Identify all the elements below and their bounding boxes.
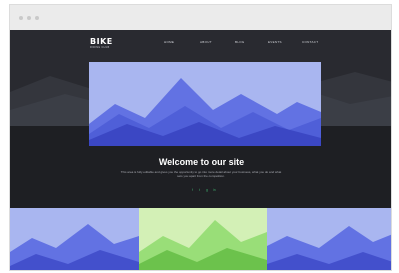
twitter-icon[interactable]: t [199, 188, 200, 192]
nav-item-contact[interactable]: CONTACT [302, 40, 318, 44]
hero-mountain-image [89, 62, 321, 146]
facebook-icon[interactable]: f [192, 188, 193, 192]
main-navigation: HOME ABOUT BLOG EVENTS CONTACT [164, 40, 324, 46]
site-logo[interactable]: BIKE RIDING CLUB [90, 37, 113, 50]
gallery-image-blue-left[interactable] [10, 208, 139, 271]
window-dot-icon[interactable] [35, 16, 39, 20]
window-dot-icon[interactable] [19, 16, 23, 20]
window-dot-icon[interactable] [27, 16, 31, 20]
gallery-image-green[interactable] [139, 208, 267, 271]
google-plus-icon[interactable]: g [206, 188, 208, 192]
logo-subtitle: RIDING CLUB [90, 46, 110, 49]
social-links: f t g in [186, 188, 220, 193]
hero-text: This area is fully editable and gives yo… [106, 170, 296, 178]
nav-item-events[interactable]: EVENTS [268, 40, 282, 44]
hero-heading: Welcome to our site [158, 157, 245, 167]
nav-item-home[interactable]: HOME [164, 40, 174, 44]
linkedin-icon[interactable]: in [213, 188, 216, 192]
browser-title-bar [10, 5, 391, 30]
nav-item-about[interactable]: ABOUT [200, 40, 212, 44]
browser-window: BIKE RIDING CLUB HOME ABOUT BLOG EVENTS … [9, 4, 392, 271]
website-preview: BIKE RIDING CLUB HOME ABOUT BLOG EVENTS … [10, 30, 392, 271]
hero-text-line: sets you apart from the competition. [177, 174, 225, 178]
nav-item-blog[interactable]: BLOG [235, 40, 245, 44]
gallery-image-blue-right[interactable] [267, 208, 392, 271]
logo-title: BIKE [90, 37, 113, 46]
